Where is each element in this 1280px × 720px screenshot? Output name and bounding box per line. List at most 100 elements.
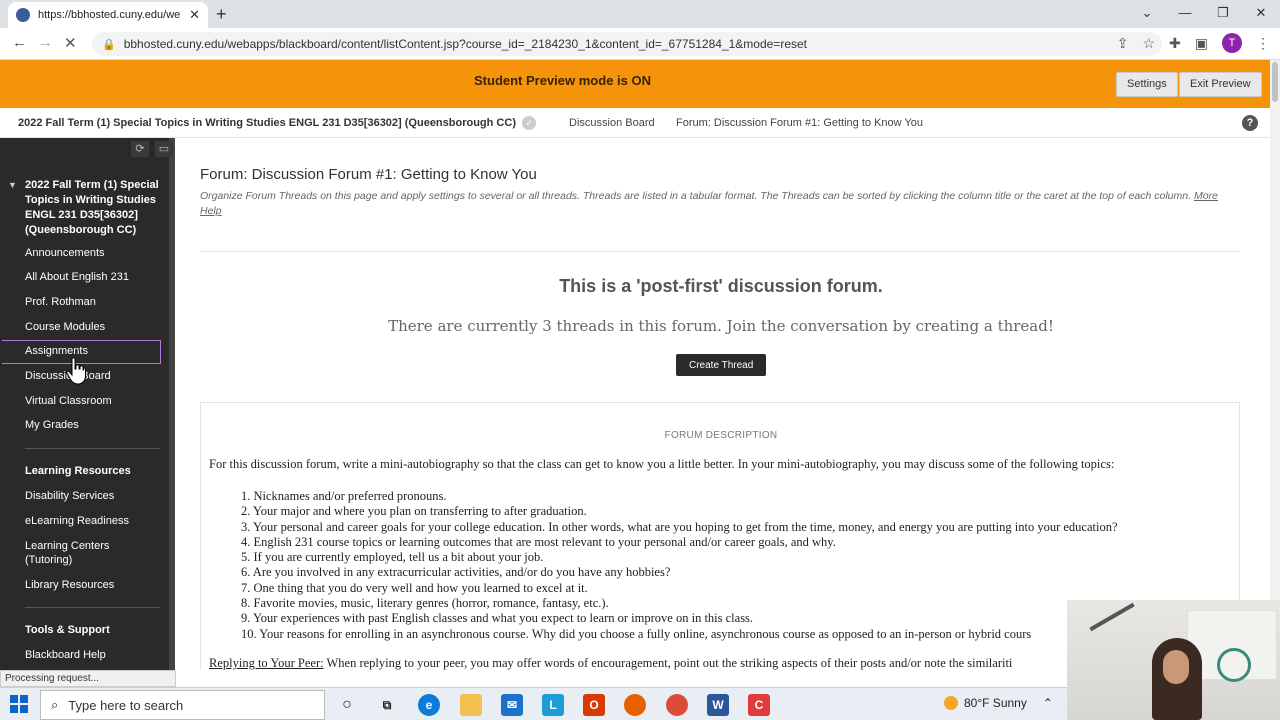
weather-widget[interactable]: 80°F Sunny ⌃ xyxy=(944,696,1053,710)
new-tab-icon[interactable]: + xyxy=(216,4,227,25)
sidebar-item-library[interactable]: Library Resources xyxy=(25,579,114,591)
student-preview-banner: Student Preview mode is ON Settings Exit… xyxy=(0,60,1270,108)
list-item: 7. One thing that you do very well and h… xyxy=(241,580,588,595)
word-icon[interactable]: W xyxy=(707,694,729,716)
exit-preview-button[interactable]: Exit Preview xyxy=(1179,72,1262,97)
sidebar-item-disability[interactable]: Disability Services xyxy=(25,490,114,502)
course-menu: ⟳ ▭ ▼ 2022 Fall Term (1) Special Topics … xyxy=(0,138,175,670)
close-tab-icon[interactable]: ✕ xyxy=(189,7,200,23)
bookmark-star-icon[interactable]: ☆ xyxy=(1142,35,1155,52)
tab-title: https://bbhosted.cuny.edu/weba xyxy=(38,9,182,21)
sidebar-scrollbar[interactable] xyxy=(169,138,175,670)
breadcrumb-discussion-board[interactable]: Discussion Board xyxy=(569,117,655,129)
sidebar-item-elearning[interactable]: eLearning Readiness xyxy=(25,515,129,527)
url-text: bbhosted.cuny.edu/webapps/blackboard/con… xyxy=(123,37,807,51)
main-content: Forum: Discussion Forum #1: Getting to K… xyxy=(182,138,1270,670)
chrome-icon[interactable] xyxy=(666,694,688,716)
page-description-text: Organize Forum Threads on this page and … xyxy=(200,190,1192,202)
chevron-up-icon[interactable]: ⌃ xyxy=(1043,696,1053,710)
sidebar-section-learning: Learning Resources xyxy=(25,465,131,477)
task-view-icon[interactable]: ⧉ xyxy=(376,694,398,716)
sidebar-item-assignments[interactable]: Assignments xyxy=(25,345,88,357)
minimize-icon[interactable]: — xyxy=(1166,0,1204,28)
taskbar-search-input[interactable]: ⌕ Type here to search xyxy=(40,690,325,720)
scrollbar-thumb[interactable] xyxy=(1272,62,1278,102)
webcam-overlay xyxy=(1067,600,1280,720)
sun-icon xyxy=(944,696,958,710)
app-c-icon[interactable]: C xyxy=(748,694,770,716)
maximize-icon[interactable]: ❐ xyxy=(1204,0,1242,28)
sidebar-item-professor[interactable]: Prof. Rothman xyxy=(25,296,96,308)
sidebar-item-announcements[interactable]: Announcements xyxy=(25,247,105,259)
stop-loading-icon[interactable]: ✕ xyxy=(64,34,77,52)
chevron-down-icon[interactable]: ⌄ xyxy=(1128,0,1166,28)
list-item: 5. If you are currently employed, tell u… xyxy=(241,550,544,565)
firefox-icon[interactable] xyxy=(624,694,646,716)
browser-tools: ⇪ ☆ ✚ ▣ T ⋮ xyxy=(1117,33,1270,53)
sidebar-course-title[interactable]: 2022 Fall Term (1) Special Topics in Wri… xyxy=(25,178,160,238)
folder-view-icon[interactable]: ▭ xyxy=(155,141,173,157)
address-toolbar: ← → ✕ 🔒 bbhosted.cuny.edu/webapps/blackb… xyxy=(0,28,1280,60)
edge-browser-icon[interactable]: e xyxy=(418,694,440,716)
sidebar-item-blackboard-help[interactable]: Blackboard Help xyxy=(25,649,106,661)
page-title: Forum: Discussion Forum #1: Getting to K… xyxy=(200,166,537,183)
refresh-icon[interactable]: ⟳ xyxy=(131,141,149,157)
breadcrumb: 2022 Fall Term (1) Special Topics in Wri… xyxy=(0,108,1270,138)
app-l-icon[interactable]: L xyxy=(542,694,564,716)
forward-icon[interactable]: → xyxy=(38,34,53,51)
hand-cursor-icon xyxy=(66,357,86,385)
breadcrumb-course[interactable]: 2022 Fall Term (1) Special Topics in Wri… xyxy=(18,117,516,129)
help-icon[interactable]: ? xyxy=(1242,114,1258,131)
create-thread-button[interactable]: Create Thread xyxy=(676,354,767,376)
desk-lamp xyxy=(1089,602,1135,632)
share-icon[interactable]: ⇪ xyxy=(1117,35,1129,52)
forum-description-label: FORUM DESCRIPTION xyxy=(664,430,778,441)
preview-message: Student Preview mode is ON xyxy=(474,73,651,88)
reply-text: When replying to your peer, you may offe… xyxy=(323,656,1013,670)
course-menu-toolbar: ⟳ ▭ xyxy=(0,138,175,160)
taskbar-search-placeholder: Type here to search xyxy=(68,697,184,713)
list-item: 3. Your personal and career goals for yo… xyxy=(241,519,1118,534)
mail-icon[interactable]: ✉ xyxy=(501,694,523,716)
list-item: 6. Are you involved in any extracurricul… xyxy=(241,565,671,580)
thread-count-message: There are currently 3 threads in this fo… xyxy=(388,317,1054,335)
collapse-caret-icon[interactable]: ▼ xyxy=(8,180,17,190)
sidebar-item-modules[interactable]: Course Modules xyxy=(25,321,105,333)
sidebar-divider xyxy=(25,448,160,449)
presenter-face xyxy=(1163,650,1189,684)
page-scrollbar[interactable] xyxy=(1270,60,1280,670)
forum-intro-text: For this discussion forum, write a mini-… xyxy=(209,457,1115,471)
close-window-icon[interactable]: ✕ xyxy=(1242,0,1280,28)
profile-avatar[interactable]: T xyxy=(1222,33,1242,53)
file-explorer-icon[interactable] xyxy=(460,694,482,716)
list-item: 2. Your major and where you plan on tran… xyxy=(241,504,587,519)
office-icon[interactable]: O xyxy=(583,694,605,716)
sidebar-divider xyxy=(25,607,160,608)
page-description: Organize Forum Threads on this page and … xyxy=(200,189,1230,219)
url-field[interactable]: 🔒 bbhosted.cuny.edu/webapps/blackboard/c… xyxy=(92,32,1162,56)
cortana-icon[interactable]: ○ xyxy=(336,694,358,716)
browser-tab-bar: https://bbhosted.cuny.edu/weba ✕ + ⌄ — ❐… xyxy=(0,0,1280,28)
browser-status-text: Processing request... xyxy=(0,670,176,687)
browser-tab[interactable]: https://bbhosted.cuny.edu/weba ✕ xyxy=(8,2,208,28)
list-item: 4. English 231 course topics or learning… xyxy=(241,534,836,549)
search-icon: ⌕ xyxy=(51,697,59,712)
sidebar-section-tools: Tools & Support xyxy=(25,624,110,636)
lock-icon: 🔒 xyxy=(102,38,116,51)
list-item: 1. Nicknames and/or preferred pronouns. xyxy=(241,489,447,503)
preview-settings-button[interactable]: Settings xyxy=(1116,72,1178,97)
sidebar-item-virtual-classroom[interactable]: Virtual Classroom xyxy=(25,395,112,407)
windows-start-icon[interactable] xyxy=(10,695,28,713)
sidepanel-icon[interactable]: ▣ xyxy=(1195,35,1208,52)
reply-label: Replying to Your Peer: xyxy=(209,656,324,670)
post-first-headline: This is a 'post-first' discussion forum. xyxy=(559,276,883,296)
weather-text: 80°F Sunny xyxy=(964,696,1027,710)
check-circle-icon: ✓ xyxy=(522,115,536,130)
sidebar-item-learning-centers[interactable]: Learning Centers (Tutoring) xyxy=(25,539,135,567)
extensions-icon[interactable]: ✚ xyxy=(1169,35,1181,52)
sidebar-item-about[interactable]: All About English 231 xyxy=(25,271,129,283)
back-icon[interactable]: ← xyxy=(12,34,27,51)
desk-fan xyxy=(1217,648,1251,682)
menu-kebab-icon[interactable]: ⋮ xyxy=(1256,35,1270,52)
sidebar-item-grades[interactable]: My Grades xyxy=(25,419,79,431)
